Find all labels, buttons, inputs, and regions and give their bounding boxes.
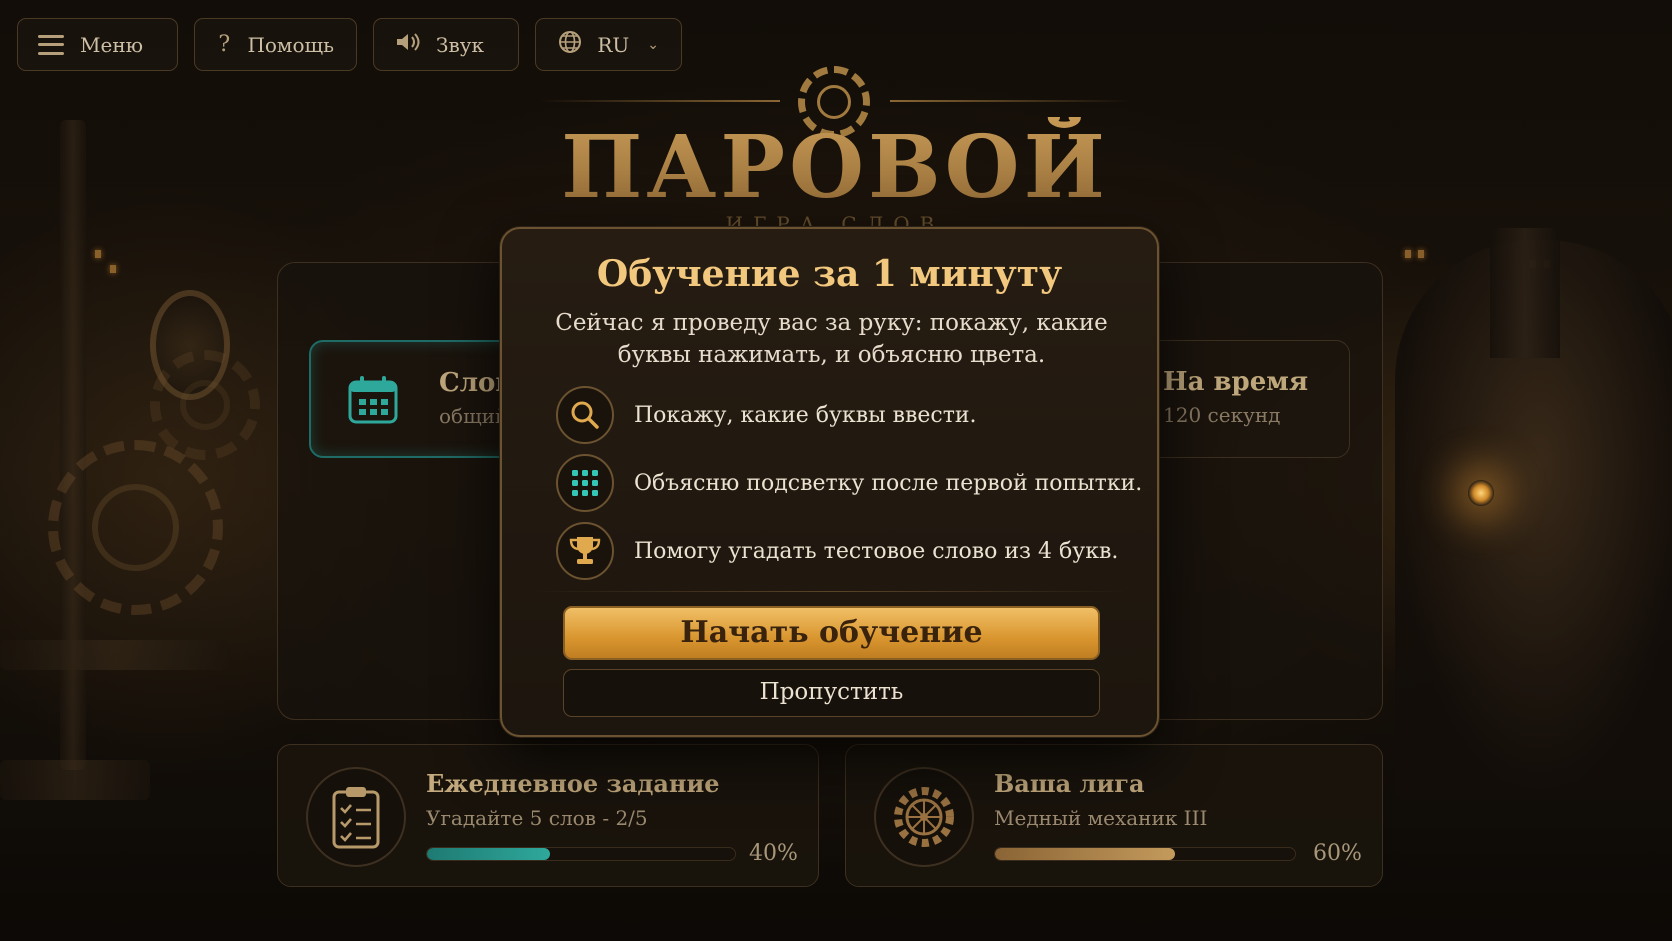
league-progress-bar [994, 847, 1296, 861]
grid-icon [556, 454, 614, 512]
league-progress-label: 60% [1313, 841, 1362, 866]
help-icon: ? [218, 32, 231, 57]
calendar-icon [348, 376, 398, 424]
daily-task-progress-fill [427, 848, 551, 860]
league-subtitle: Медный механик III [994, 806, 1208, 830]
locomotive-lamp [1468, 480, 1494, 506]
help-button[interactable]: ? Помощь [194, 18, 357, 71]
tutorial-step-text: Объясню подсветку после первой попытки. [634, 470, 1143, 496]
league-card[interactable]: Ваша лига Медный механик III 60% [845, 744, 1383, 887]
game-logo: ПАРОВОЙ МИР ИГРА СЛОВ [500, 62, 1170, 319]
locomotive-chimney [1490, 228, 1560, 358]
skip-button[interactable]: Пропустить [563, 669, 1100, 717]
gear-icon [48, 440, 223, 615]
menu-icon [38, 34, 66, 55]
tutorial-step: Помогу угадать тестовое слово из 4 букв. [556, 522, 1118, 580]
daily-task-title: Ежедневное задание [426, 769, 720, 798]
search-icon [556, 386, 614, 444]
gear-icon [150, 350, 260, 460]
language-label: RU [597, 32, 630, 57]
window-light [1418, 250, 1424, 258]
title-divider [890, 100, 1130, 102]
pipe [0, 760, 150, 800]
speaker-icon [394, 31, 422, 59]
window-light [1405, 250, 1411, 258]
daily-task-progress-bar [426, 847, 736, 861]
daily-task-card[interactable]: Ежедневное задание Угадайте 5 слов - 2/5… [277, 744, 819, 887]
window-light [110, 265, 116, 273]
tutorial-step: Покажу, какие буквы ввести. [556, 386, 977, 444]
tutorial-step-text: Помогу угадать тестовое слово из 4 букв. [634, 538, 1119, 564]
window-light [95, 250, 101, 258]
pipe [0, 640, 230, 670]
title-divider [540, 100, 780, 102]
tutorial-dialog: Обучение за 1 минуту Сейчас я проведу ва… [500, 227, 1159, 737]
globe-icon [556, 30, 583, 60]
sound-button[interactable]: Звук [373, 18, 519, 71]
start-tutorial-button[interactable]: Начать обучение [563, 606, 1100, 660]
mode-timed-title: На время [1163, 367, 1309, 397]
sound-label: Звук [436, 32, 484, 57]
menu-label: Меню [80, 32, 144, 57]
tutorial-divider [532, 591, 1131, 592]
tutorial-step-text: Покажу, какие буквы ввести. [634, 402, 977, 428]
trophy-icon [556, 522, 614, 580]
pipe [60, 120, 86, 770]
help-label: Помощь [247, 32, 334, 57]
clipboard-icon [306, 767, 406, 867]
gear-wheel-icon [874, 767, 974, 867]
daily-task-progress-label: 40% [749, 841, 798, 866]
mode-timed-subtitle: 120 секунд [1163, 403, 1281, 427]
tutorial-description: Сейчас я проведу вас за руку: покажу, ка… [555, 310, 1108, 368]
league-title: Ваша лига [994, 769, 1145, 798]
daily-task-subtitle: Угадайте 5 слов - 2/5 [426, 806, 648, 830]
tutorial-title: Обучение за 1 минуту [596, 253, 1063, 295]
tutorial-step: Объясню подсветку после первой попытки. [556, 454, 1142, 512]
menu-button[interactable]: Меню [17, 18, 178, 71]
league-progress-fill [995, 848, 1175, 860]
chevron-down-icon: ⌄ [647, 36, 659, 53]
